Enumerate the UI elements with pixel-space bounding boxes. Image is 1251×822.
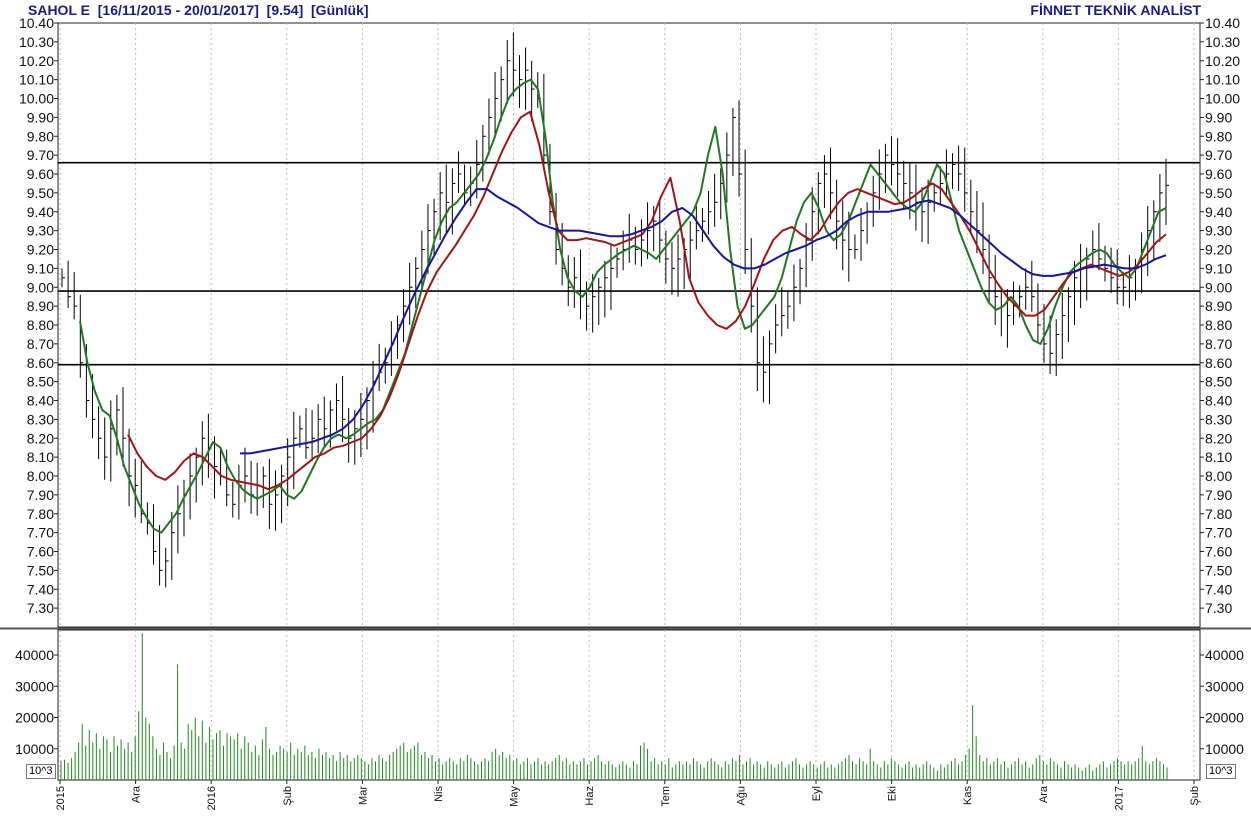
x-tick-label: Haz bbox=[584, 786, 596, 806]
y-tick-label-left: 10.20 bbox=[19, 53, 54, 69]
y-tick-label-left: 8.50 bbox=[27, 374, 54, 390]
y-tick-label-left: 10.00 bbox=[19, 91, 54, 107]
y-tick-label-right: 10.10 bbox=[1205, 72, 1240, 88]
y-tick-label-right: 9.40 bbox=[1205, 204, 1232, 220]
y-tick-label-right: 7.30 bbox=[1205, 600, 1232, 616]
x-tick-label: 2016 bbox=[206, 786, 218, 810]
x-tick-label: Şub bbox=[282, 786, 294, 806]
y-tick-label-left: 7.90 bbox=[27, 487, 54, 503]
volume-tick-label-left: 20000 bbox=[15, 710, 54, 726]
y-tick-label-left: 9.00 bbox=[27, 279, 54, 295]
y-tick-label-right: 8.10 bbox=[1205, 449, 1232, 465]
y-tick-label-left: 9.20 bbox=[27, 242, 54, 258]
y-tick-label-right: 8.40 bbox=[1205, 393, 1232, 409]
x-tick-label: Eyl bbox=[811, 786, 823, 801]
price-panel: 7.30 7.30 7.40 7.40 7.50 7.50 7.60 7.60 7.70 7.70… bbox=[0, 15, 1251, 630]
y-tick-label-right: 9.50 bbox=[1205, 185, 1232, 201]
y-tick-label-right: 7.70 bbox=[1205, 525, 1232, 541]
y-tick-label-right: 9.80 bbox=[1205, 128, 1232, 144]
y-tick-label-right: 9.20 bbox=[1205, 242, 1232, 258]
x-tick-label: Ağu bbox=[735, 786, 747, 806]
y-tick-label-left: 9.30 bbox=[27, 223, 54, 239]
y-tick-label-right: 10.30 bbox=[1205, 34, 1240, 50]
y-tick-label-right: 7.90 bbox=[1205, 487, 1232, 503]
y-tick-label-right: 10.00 bbox=[1205, 91, 1240, 107]
y-tick-label-left: 9.10 bbox=[27, 260, 54, 276]
y-tick-label-right: 9.90 bbox=[1205, 109, 1232, 125]
y-tick-label-left: 8.30 bbox=[27, 411, 54, 427]
y-tick-label-left: 9.90 bbox=[27, 109, 54, 125]
moving-average-line bbox=[79, 78, 1167, 534]
y-tick-label-left: 8.90 bbox=[27, 298, 54, 314]
y-tick-label-left: 8.60 bbox=[27, 355, 54, 371]
volume-tick-label-right: 30000 bbox=[1205, 678, 1244, 694]
y-tick-label-left: 7.50 bbox=[27, 562, 54, 578]
chart-title: SAHOL E [16/11/2015 - 20/01/2017] [9.54]… bbox=[28, 2, 369, 18]
volume-tick-label-right: 40000 bbox=[1205, 647, 1244, 663]
x-tick-label: Nis bbox=[433, 786, 445, 802]
y-tick-label-left: 8.40 bbox=[27, 393, 54, 409]
y-tick-label-left: 8.80 bbox=[27, 317, 54, 333]
x-tick-label: 2017 bbox=[1113, 786, 1125, 810]
stock-chart: 7.30 7.30 7.40 7.40 7.50 7.50 7.60 7.60 7.70 7.70… bbox=[0, 15, 1251, 810]
y-tick-label-left: 7.60 bbox=[27, 544, 54, 560]
y-tick-label-right: 9.10 bbox=[1205, 260, 1232, 276]
y-tick-label-left: 10.30 bbox=[19, 34, 54, 50]
y-tick-label-left: 7.70 bbox=[27, 525, 54, 541]
volume-unit-right: 10^3 bbox=[1206, 764, 1236, 779]
x-tick-label: Ara bbox=[1038, 785, 1050, 803]
x-tick-label: May bbox=[509, 786, 521, 807]
volume-tick-label-left: 40000 bbox=[15, 647, 54, 663]
y-tick-label-left: 9.50 bbox=[27, 185, 54, 201]
y-tick-label-right: 8.30 bbox=[1205, 411, 1232, 427]
y-tick-label-right: 8.70 bbox=[1205, 336, 1232, 352]
y-tick-label-left: 7.40 bbox=[27, 581, 54, 597]
brand-label: FİNNET TEKNİK ANALİST bbox=[1030, 2, 1201, 18]
x-tick-label: Eki bbox=[887, 786, 899, 801]
y-tick-label-right: 8.90 bbox=[1205, 298, 1232, 314]
y-tick-label-right: 7.60 bbox=[1205, 544, 1232, 560]
y-tick-label-right: 8.20 bbox=[1205, 430, 1232, 446]
y-tick-label-right: 9.60 bbox=[1205, 166, 1232, 182]
y-tick-label-right: 8.50 bbox=[1205, 374, 1232, 390]
volume-tick-label-left: 10000 bbox=[15, 741, 54, 757]
x-tick-label: Kas bbox=[962, 786, 974, 805]
x-tick-label: Ara bbox=[131, 785, 143, 803]
y-tick-label-left: 8.00 bbox=[27, 468, 54, 484]
volume-tick-label-right: 10000 bbox=[1205, 741, 1244, 757]
y-tick-label-left: 10.10 bbox=[19, 72, 54, 88]
x-tick-label: 2015 bbox=[55, 786, 67, 810]
y-tick-label-right: 8.80 bbox=[1205, 317, 1232, 333]
x-axis: 2015 Ara 2016 Şub Mar Nis May Haz Tem Ağu Eyl Eki Ka… bbox=[55, 780, 1201, 810]
y-tick-label-left: 8.70 bbox=[27, 336, 54, 352]
x-tick-label: Şub bbox=[1189, 786, 1201, 806]
y-tick-label-left: 7.30 bbox=[27, 600, 54, 616]
y-tick-label-right: 9.70 bbox=[1205, 147, 1232, 163]
y-tick-label-right: 7.80 bbox=[1205, 506, 1232, 522]
volume-unit-left: 10^3 bbox=[26, 764, 56, 779]
volume-panel: 10000 10000 20000 20000 30000 30000 40000 40000 bbox=[15, 629, 1244, 781]
volume-tick-label-left: 30000 bbox=[15, 678, 54, 694]
y-tick-label-right: 7.40 bbox=[1205, 581, 1232, 597]
x-tick-label: Tem bbox=[660, 786, 672, 807]
volume-tick-label-right: 20000 bbox=[1205, 710, 1244, 726]
y-tick-label-left: 8.10 bbox=[27, 449, 54, 465]
y-tick-label-left: 7.80 bbox=[27, 506, 54, 522]
y-tick-label-right: 7.50 bbox=[1205, 562, 1232, 578]
moving-average-line bbox=[127, 110, 1167, 491]
y-tick-label-left: 9.70 bbox=[27, 147, 54, 163]
y-tick-label-right: 10.40 bbox=[1205, 15, 1240, 31]
y-tick-label-right: 8.60 bbox=[1205, 355, 1232, 371]
y-tick-label-right: 9.30 bbox=[1205, 223, 1232, 239]
y-tick-label-right: 9.00 bbox=[1205, 279, 1232, 295]
y-tick-label-left: 9.60 bbox=[27, 166, 54, 182]
y-tick-label-left: 9.80 bbox=[27, 128, 54, 144]
y-tick-label-left: 9.40 bbox=[27, 204, 54, 220]
y-tick-label-left: 8.20 bbox=[27, 430, 54, 446]
volume-frame bbox=[57, 629, 1201, 781]
y-tick-label-right: 8.00 bbox=[1205, 468, 1232, 484]
price-frame bbox=[57, 22, 1201, 628]
y-tick-label-right: 10.20 bbox=[1205, 53, 1240, 69]
x-tick-label: Mar bbox=[357, 786, 369, 805]
